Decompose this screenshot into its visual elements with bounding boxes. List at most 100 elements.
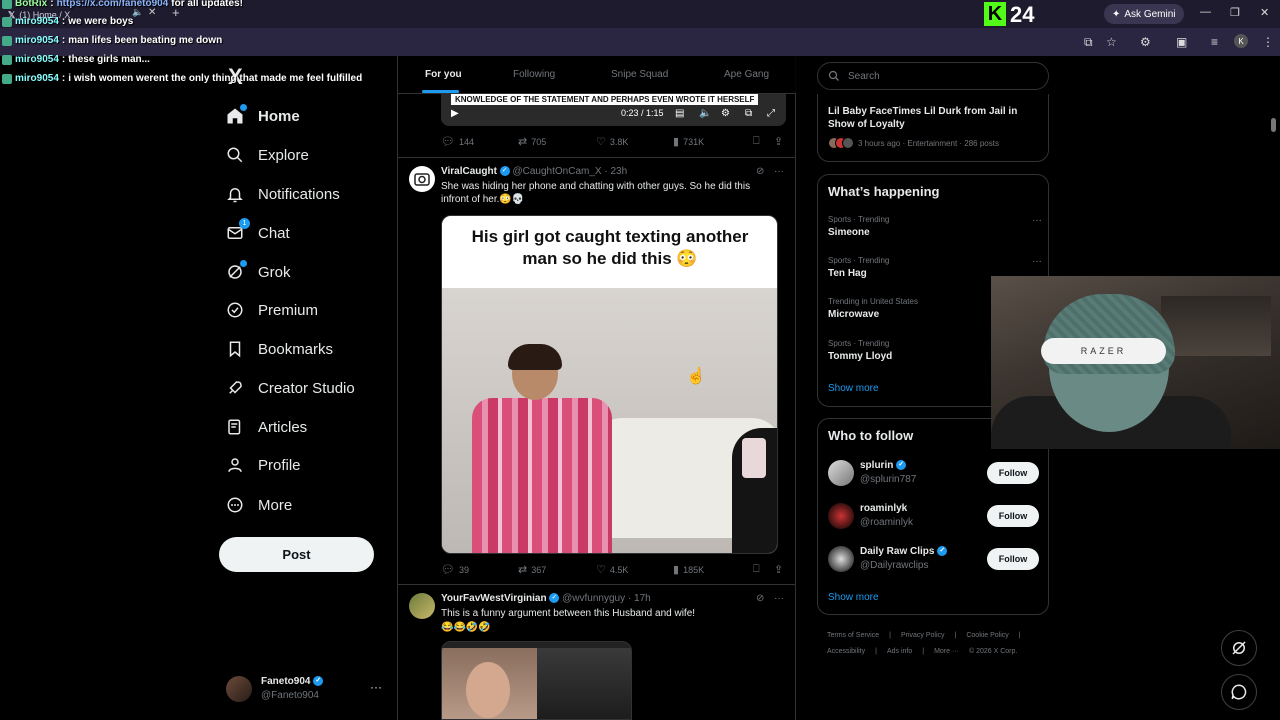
share-icon: ⇪ <box>774 564 784 576</box>
nav-creator-studio[interactable]: Creator Studio <box>226 373 355 403</box>
home-icon <box>226 104 247 125</box>
post-button[interactable]: Post <box>219 537 374 572</box>
nav-more[interactable]: More <box>226 490 292 520</box>
chat-user: miro9054 <box>15 73 59 84</box>
reply-button[interactable]: 💬︎ 39 <box>441 563 469 576</box>
trend-item[interactable]: Sports · Trending Simeone ··· <box>828 215 1042 238</box>
captions-icon[interactable]: ▤ <box>675 108 684 119</box>
tweet-handle[interactable]: @CaughtOnCam_X <box>513 166 602 177</box>
chat-message: we were boys <box>68 16 134 27</box>
more-dots-icon[interactable]: ··· <box>774 593 784 604</box>
like-button[interactable]: ♡ 3.8K <box>596 135 628 148</box>
maximize-icon[interactable]: ❐ <box>1230 6 1240 19</box>
footer-link[interactable]: Privacy Policy <box>901 632 945 639</box>
repost-count: 367 <box>531 564 547 575</box>
footer-link[interactable]: Accessibility <box>827 648 865 655</box>
nav-notifications[interactable]: Notifications <box>226 179 340 209</box>
ask-gemini-label: Ask Gemini <box>1124 8 1176 20</box>
follow-suggestion[interactable]: splurin ✓ @splurin787 Follow <box>828 459 1040 489</box>
nav-bookmarks[interactable]: Bookmarks <box>226 334 333 364</box>
nav-premium[interactable]: Premium <box>226 295 318 325</box>
follow-button[interactable]: Follow <box>987 505 1039 527</box>
footer-link[interactable]: More ··· <box>934 648 959 655</box>
rocket-icon <box>226 379 244 397</box>
follow-button[interactable]: Follow <box>987 462 1039 484</box>
repost-button[interactable]: ⇄ 367 <box>518 563 546 576</box>
fullscreen-icon[interactable]: ⤢ <box>767 108 775 119</box>
share-button[interactable]: ⇪ <box>774 563 783 576</box>
person-figure <box>472 344 612 553</box>
reading-list-icon[interactable]: ≡ <box>1211 35 1218 49</box>
nav-articles[interactable]: Articles <box>226 412 307 442</box>
tweet-time[interactable]: · 17h <box>628 593 651 604</box>
nav-home[interactable]: Home <box>226 101 300 131</box>
news-avatars <box>828 137 854 149</box>
show-more-link[interactable]: Show more <box>828 592 879 603</box>
more-dots-icon[interactable]: ··· <box>1032 215 1042 226</box>
bookmark-icon: ⎕ <box>753 563 760 575</box>
tweet-author[interactable]: ViralCaught <box>441 166 497 177</box>
bookmark-button[interactable]: ⎕ <box>753 135 760 148</box>
tab-snipe-squad[interactable]: Snipe Squad <box>611 69 668 80</box>
sidebar-icon[interactable]: ▣ <box>1176 35 1187 49</box>
views-button[interactable]: ▮ 185K <box>673 563 704 576</box>
chat-message: for all updates! <box>171 0 243 9</box>
search-input[interactable]: Search <box>817 62 1049 90</box>
news-item[interactable]: Lil Baby FaceTimes Lil Durk from Jail in… <box>817 94 1049 162</box>
views-button[interactable]: ▮ 731K <box>673 135 704 148</box>
banner-text: His girl got caught texting another man … <box>471 227 749 268</box>
more-dots-icon[interactable]: ··· <box>774 166 784 177</box>
follow-suggestion[interactable]: roaminlyk @roaminlyk Follow <box>828 502 1040 532</box>
footer-link[interactable]: Cookie Policy <box>966 632 1008 639</box>
grok-icon[interactable]: ⊘ <box>756 166 764 177</box>
nav-chat[interactable]: 1 Chat <box>226 218 290 248</box>
chat-link[interactable]: https://x.com/faneto904 <box>57 0 169 9</box>
tweet-handle[interactable]: @wvfunnyguy <box>562 593 625 604</box>
nav-grok[interactable]: Grok <box>226 257 291 287</box>
close-window-icon[interactable]: ✕ <box>1260 6 1269 19</box>
show-more-link[interactable]: Show more <box>828 383 879 394</box>
grok-icon[interactable]: ⊘ <box>756 593 764 604</box>
like-count: 4.5K <box>609 564 629 575</box>
ask-gemini-button[interactable]: ✦ Ask Gemini <box>1104 4 1184 24</box>
page-scrollbar[interactable] <box>1271 118 1276 132</box>
star-icon[interactable]: ☆ <box>1106 35 1117 49</box>
tweet-time[interactable]: · 23h <box>604 166 627 177</box>
tab-for-you[interactable]: For you <box>425 69 462 80</box>
profile-avatar[interactable]: K <box>1234 34 1248 48</box>
follow-suggestion[interactable]: Daily Raw Clips ✓ @Dailyrawclips Follow <box>828 545 1040 575</box>
settings-icon[interactable]: ⚙ <box>721 108 730 119</box>
pip-icon[interactable]: ⧉ <box>745 108 752 119</box>
more-dots-icon[interactable]: ··· <box>370 680 382 694</box>
extensions-icon[interactable]: ⚙ <box>1140 35 1151 49</box>
footer-link[interactable]: Ads info <box>887 648 912 655</box>
nav-profile[interactable]: Profile <box>226 450 301 480</box>
volume-icon[interactable]: 🔈 <box>699 108 711 119</box>
grok-floating-button[interactable] <box>1221 630 1257 666</box>
messages-floating-button[interactable] <box>1221 674 1257 710</box>
like-button[interactable]: ♡ 4.5K <box>596 563 628 576</box>
tweet-video[interactable]: His girl got caught texting another man … <box>441 215 778 554</box>
video-player[interactable]: KNOWLEDGE OF THE STATEMENT AND PERHAPS E… <box>441 94 786 126</box>
play-icon[interactable]: ▶ <box>451 108 459 119</box>
trend-category: Sports · Trending <box>828 215 890 224</box>
repost-button[interactable]: ⇄ 705 <box>518 135 546 148</box>
install-icon[interactable]: ⧉ <box>1084 35 1093 50</box>
minimize-icon[interactable]: — <box>1200 6 1211 18</box>
avatar[interactable] <box>409 593 435 619</box>
tweet-author[interactable]: YourFavWestVirginian <box>441 593 547 604</box>
tweet-video[interactable] <box>441 641 632 720</box>
tab-ape-gang[interactable]: Ape Gang <box>724 69 769 80</box>
bookmark-button[interactable]: ⎕ <box>753 563 760 576</box>
tab-following[interactable]: Following <box>513 69 555 80</box>
footer-link[interactable]: Terms of Service <box>827 632 879 639</box>
kebab-menu-icon[interactable]: ⋮ <box>1262 35 1274 49</box>
avatar[interactable] <box>409 166 435 192</box>
account-switcher[interactable]: Faneto904 ✓ @Faneto904 ··· <box>226 674 386 706</box>
follow-button[interactable]: Follow <box>987 548 1039 570</box>
nav-explore[interactable]: Explore <box>226 140 309 170</box>
reply-button[interactable]: 💬︎ 144 <box>441 135 474 148</box>
share-button[interactable]: ⇪ <box>774 135 783 148</box>
more-dots-icon[interactable]: ··· <box>1032 256 1042 267</box>
chat-user: miro9054 <box>15 16 59 27</box>
